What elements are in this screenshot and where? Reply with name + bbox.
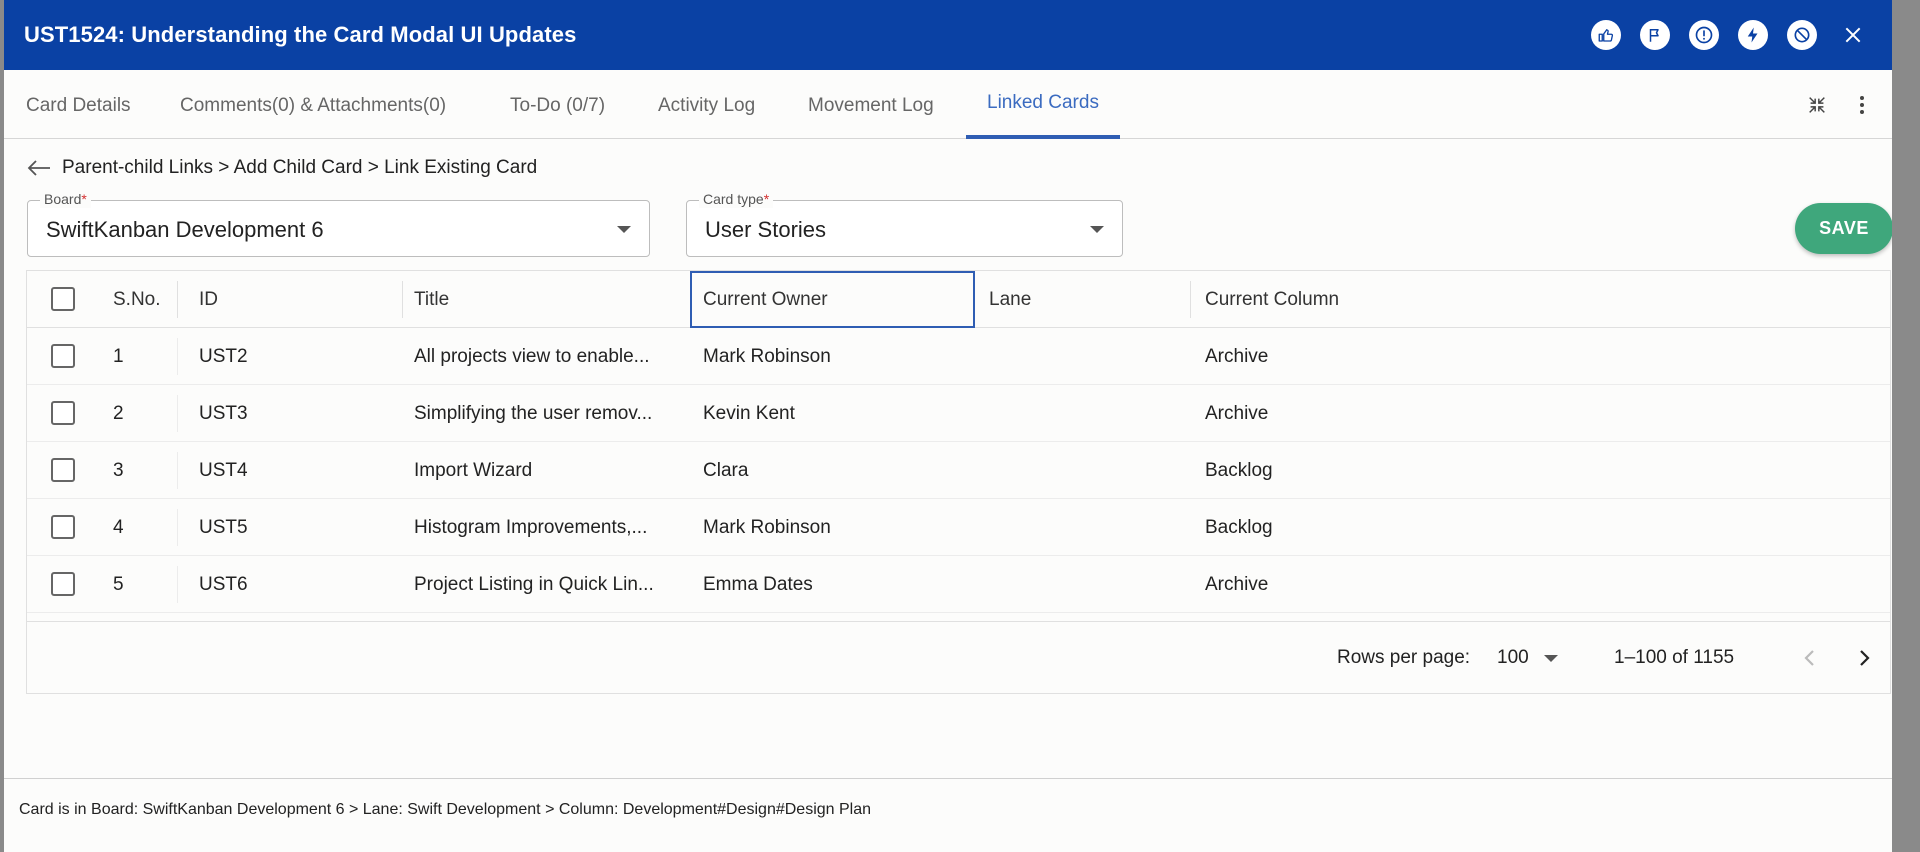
card-modal: UST1524: Understanding the Card Modal UI… bbox=[4, 0, 1892, 852]
table-row[interactable]: 3 UST4 Import Wizard Clara Backlog bbox=[27, 442, 1890, 499]
column-divider bbox=[402, 281, 403, 318]
rows-per-page-label: Rows per page: bbox=[1337, 647, 1471, 668]
back-arrow-icon[interactable] bbox=[26, 153, 56, 183]
column-divider bbox=[1190, 281, 1191, 318]
board-select[interactable]: Board* SwiftKanban Development 6 bbox=[27, 190, 650, 257]
cell-sno: 4 bbox=[113, 517, 124, 538]
cell-id: UST3 bbox=[199, 403, 248, 424]
more-vert-icon[interactable] bbox=[1852, 90, 1872, 120]
lightning-icon[interactable] bbox=[1738, 20, 1768, 50]
cell-owner: Kevin Kent bbox=[703, 403, 795, 424]
tab-to-do[interactable]: To-Do (0/7) bbox=[510, 70, 605, 139]
cell-sno: 1 bbox=[113, 346, 124, 367]
column-divider bbox=[177, 509, 178, 546]
column-header[interactable]: Current Column bbox=[1205, 271, 1339, 328]
table-pagination: Rows per page: 100 1–100 of 1155 bbox=[27, 621, 1890, 693]
cell-id: UST2 bbox=[199, 346, 248, 367]
modal-title: UST1524: Understanding the Card Modal UI… bbox=[24, 22, 577, 47]
cell-id: UST5 bbox=[199, 517, 248, 538]
select-all-checkbox[interactable] bbox=[51, 287, 75, 311]
modal-titlebar: UST1524: Understanding the Card Modal UI… bbox=[4, 0, 1892, 70]
cell-sno: 2 bbox=[113, 403, 124, 424]
cell-owner: Clara bbox=[703, 460, 749, 481]
column-divider bbox=[177, 338, 178, 375]
card-type-select[interactable]: Card type* User Stories bbox=[686, 190, 1123, 257]
row-checkbox[interactable] bbox=[51, 401, 75, 425]
table-header: S.No. ID Title Current Owner Lane Curren… bbox=[27, 271, 1890, 328]
tab-card-details[interactable]: Card Details bbox=[26, 70, 131, 139]
pagination-range: 1–100 of 1155 bbox=[1614, 647, 1735, 668]
cell-sno: 3 bbox=[113, 460, 124, 481]
table-row[interactable]: 4 UST5 Histogram Improvements,... Mark R… bbox=[27, 499, 1890, 556]
column-divider bbox=[177, 395, 178, 432]
cell-title: All projects view to enable... bbox=[414, 346, 650, 367]
cell-id: UST4 bbox=[199, 460, 248, 481]
row-checkbox[interactable] bbox=[51, 458, 75, 482]
column-header[interactable]: Lane bbox=[989, 271, 1031, 328]
column-divider bbox=[177, 452, 178, 489]
chevron-down-icon bbox=[617, 226, 631, 233]
cell-column: Backlog bbox=[1205, 460, 1273, 481]
cell-column: Archive bbox=[1205, 574, 1269, 595]
column-divider bbox=[177, 566, 178, 603]
row-checkbox[interactable] bbox=[51, 515, 75, 539]
row-checkbox[interactable] bbox=[51, 572, 75, 596]
chevron-down-icon[interactable] bbox=[1544, 655, 1558, 662]
title-actions bbox=[1591, 0, 1892, 70]
alert-icon[interactable] bbox=[1689, 20, 1719, 50]
card-type-value: User Stories bbox=[705, 217, 827, 242]
cell-column: Archive bbox=[1205, 346, 1269, 367]
save-button[interactable]: SAVE bbox=[1795, 203, 1892, 254]
block-icon[interactable] bbox=[1787, 20, 1817, 50]
column-header[interactable]: Title bbox=[414, 271, 449, 328]
tab-bar: Card Details Comments(0) & Attachments(0… bbox=[4, 70, 1892, 139]
cards-table: S.No. ID Title Current Owner Lane Curren… bbox=[26, 270, 1891, 694]
cell-owner: Mark Robinson bbox=[703, 517, 831, 538]
column-header[interactable]: ID bbox=[199, 271, 218, 328]
cell-title: Histogram Improvements,... bbox=[414, 517, 648, 538]
tab-activity-log[interactable]: Activity Log bbox=[658, 70, 755, 139]
tab-comments-attachments[interactable]: Comments(0) & Attachments(0) bbox=[180, 70, 446, 139]
next-page-icon[interactable] bbox=[1853, 646, 1877, 670]
chevron-down-icon bbox=[1090, 226, 1104, 233]
status-bar: Card is in Board: SwiftKanban Developmen… bbox=[4, 778, 1892, 852]
tab-tools bbox=[1802, 70, 1892, 139]
cell-sno: 5 bbox=[113, 574, 124, 595]
column-divider bbox=[177, 281, 178, 318]
card-location-text: Card is in Board: SwiftKanban Developmen… bbox=[19, 801, 872, 818]
cell-owner: Emma Dates bbox=[703, 574, 813, 595]
close-icon[interactable] bbox=[1838, 20, 1868, 50]
table-row[interactable]: 1 UST2 All projects view to enable... Ma… bbox=[27, 328, 1890, 385]
tab-linked-cards[interactable]: Linked Cards bbox=[966, 70, 1120, 139]
cell-owner: Mark Robinson bbox=[703, 346, 831, 367]
thumbs-up-icon[interactable] bbox=[1591, 20, 1621, 50]
column-header[interactable]: S.No. bbox=[113, 271, 161, 328]
cell-title: Import Wizard bbox=[414, 460, 533, 481]
tab-movement-log[interactable]: Movement Log bbox=[808, 70, 934, 139]
flag-icon[interactable] bbox=[1640, 20, 1670, 50]
cell-column: Archive bbox=[1205, 403, 1269, 424]
rows-per-page-select[interactable]: 100 bbox=[1497, 622, 1529, 694]
cell-id: UST6 bbox=[199, 574, 248, 595]
cell-column: Backlog bbox=[1205, 517, 1273, 538]
table-row[interactable]: 2 UST3 Simplifying the user remov... Kev… bbox=[27, 385, 1890, 442]
column-header[interactable]: Current Owner bbox=[703, 271, 828, 328]
board-value: SwiftKanban Development 6 bbox=[46, 217, 324, 242]
previous-page-icon[interactable] bbox=[1797, 646, 1821, 670]
row-checkbox[interactable] bbox=[51, 344, 75, 368]
collapse-icon[interactable] bbox=[1802, 90, 1832, 120]
breadcrumb: Parent-child Links > Add Child Card > Li… bbox=[62, 157, 538, 178]
cell-title: Simplifying the user remov... bbox=[414, 403, 653, 424]
cell-title: Project Listing in Quick Lin... bbox=[414, 574, 654, 595]
table-row[interactable]: 5 UST6 Project Listing in Quick Lin... E… bbox=[27, 556, 1890, 613]
